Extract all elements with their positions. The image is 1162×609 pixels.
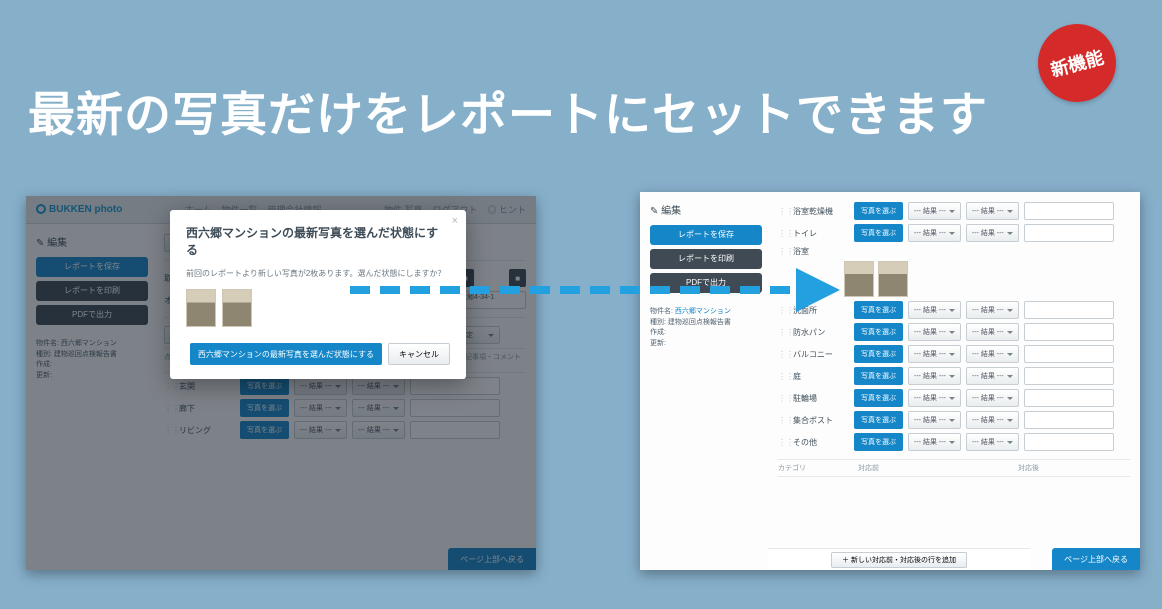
select-photo-button[interactable]: 写真を選ぶ [854,433,903,451]
row-label: トイレ [793,228,849,239]
drag-icon[interactable]: ⋮⋮ [778,247,788,256]
result-select[interactable]: --- 結果 --- [966,433,1019,451]
result-select[interactable]: --- 結果 --- [908,202,961,220]
new-feature-badge: 新機能 [1029,15,1125,111]
table-row: ⋮⋮ トイレ写真を選ぶ --- 結果 --- --- 結果 --- [778,224,1130,242]
result-select[interactable]: --- 結果 --- [908,389,961,407]
category-header: カテゴリ 対応前 対応後 [778,459,1130,477]
left-sidebar: 編集 レポートを保存 レポートを印刷 PDFで出力 物件名: 西六郷マンション … [640,192,768,570]
table-row: ⋮⋮ 庭写真を選ぶ --- 結果 --- --- 結果 --- [778,367,1130,385]
photo-thumb [222,289,252,327]
row-label: その他 [793,437,849,448]
photo-thumb [186,289,216,327]
comment-input[interactable] [1024,323,1114,341]
row-label: 駐輪場 [793,393,849,404]
back-to-top-button[interactable]: ページ上部へ戻る [1052,548,1140,570]
drag-icon[interactable]: ⋮⋮ [778,229,788,238]
print-report-button[interactable]: レポートを印刷 [650,249,762,269]
arrow-indicator [350,270,870,310]
select-photo-button[interactable]: 写真を選ぶ [854,345,903,363]
screenshot-after: 編集 レポートを保存 レポートを印刷 PDFで出力 物件名: 西六郷マンション … [640,192,1140,570]
comment-input[interactable] [1024,301,1114,319]
result-select[interactable]: --- 結果 --- [908,301,961,319]
comment-input[interactable] [1024,367,1114,385]
result-select[interactable]: --- 結果 --- [908,224,961,242]
result-select[interactable]: --- 結果 --- [908,367,961,385]
close-icon[interactable]: × [452,215,458,227]
cancel-button[interactable]: キャンセル [388,343,450,365]
select-photo-button[interactable]: 写真を選ぶ [854,411,903,429]
comment-input[interactable] [1024,433,1114,451]
table-row: ⋮⋮ 浴室乾燥機写真を選ぶ --- 結果 --- --- 結果 --- [778,202,1130,220]
drag-icon[interactable]: ⋮⋮ [778,350,788,359]
comment-input[interactable] [1024,202,1114,220]
result-select[interactable]: --- 結果 --- [966,367,1019,385]
result-select[interactable]: --- 結果 --- [908,433,961,451]
row-label: 浴室乾燥機 [793,206,849,217]
main-panel: ⋮⋮浴室乾燥機写真を選ぶ--- 結果 ------ 結果 ---⋮⋮トイレ写真を… [768,192,1140,570]
drag-icon[interactable]: ⋮⋮ [778,328,788,337]
row-label: バルコニー [793,349,849,360]
result-select[interactable]: --- 結果 --- [966,411,1019,429]
photo-thumb[interactable] [878,261,908,297]
table-row: ⋮⋮ 浴室 [778,246,1130,257]
result-select[interactable]: --- 結果 --- [966,389,1019,407]
comment-input[interactable] [1024,224,1114,242]
arrow-head-icon [796,268,840,312]
comment-input[interactable] [1024,345,1114,363]
result-select[interactable]: --- 結果 --- [966,301,1019,319]
result-select[interactable]: --- 結果 --- [966,345,1019,363]
selected-photo-thumbs [844,261,1130,297]
comment-input[interactable] [1024,411,1114,429]
modal-title: 西六郷マンションの最新写真を選んだ状態にする [186,224,450,258]
select-photo-button[interactable]: 写真を選ぶ [854,202,903,220]
result-select[interactable]: --- 結果 --- [966,202,1019,220]
comment-input[interactable] [1024,389,1114,407]
select-photo-button[interactable]: 写真を選ぶ [854,367,903,385]
add-row-bar: ＋ 新しい対応前・対応後の行を追加 [768,548,1030,570]
result-select[interactable]: --- 結果 --- [908,323,961,341]
result-select[interactable]: --- 結果 --- [966,224,1019,242]
table-row: ⋮⋮ 駐輪場写真を選ぶ --- 結果 --- --- 結果 --- [778,389,1130,407]
select-photo-button[interactable]: 写真を選ぶ [854,323,903,341]
drag-icon[interactable]: ⋮⋮ [778,438,788,447]
add-row-button[interactable]: ＋ 新しい対応前・対応後の行を追加 [831,552,967,568]
result-select[interactable]: --- 結果 --- [908,411,961,429]
row-label: 集合ポスト [793,415,849,426]
page-headline: 最新の写真だけをレポートにセットできます [28,76,988,145]
drag-icon[interactable]: ⋮⋮ [778,372,788,381]
drag-icon[interactable]: ⋮⋮ [778,394,788,403]
drag-icon[interactable]: ⋮⋮ [778,416,788,425]
select-photo-button[interactable]: 写真を選ぶ [854,224,903,242]
result-select[interactable]: --- 結果 --- [908,345,961,363]
row-label: 浴室 [793,246,849,257]
table-row: ⋮⋮ 防水パン写真を選ぶ --- 結果 --- --- 結果 --- [778,323,1130,341]
edit-header: 編集 [650,202,758,217]
screenshot-before: BUKKEN photo ホーム 物件一覧 管理会社情報 物件 写真 ログアウト… [26,196,536,570]
table-row: ⋮⋮ 集合ポスト写真を選ぶ --- 結果 --- --- 結果 --- [778,411,1130,429]
row-label: 防水パン [793,327,849,338]
row-label: 庭 [793,371,849,382]
table-row: ⋮⋮ バルコニー写真を選ぶ --- 結果 --- --- 結果 --- [778,345,1130,363]
confirm-set-photos-button[interactable]: 西六郷マンションの最新写真を選んだ状態にする [190,343,382,365]
report-meta: 物件名: 西六郷マンション 種別: 建物巡回点検報告書 作成: 更新: [650,307,758,349]
result-select[interactable]: --- 結果 --- [966,323,1019,341]
select-photo-button[interactable]: 写真を選ぶ [854,389,903,407]
table-row: ⋮⋮ その他写真を選ぶ --- 結果 --- --- 結果 --- [778,433,1130,451]
save-report-button[interactable]: レポートを保存 [650,225,762,245]
drag-icon[interactable]: ⋮⋮ [778,207,788,216]
